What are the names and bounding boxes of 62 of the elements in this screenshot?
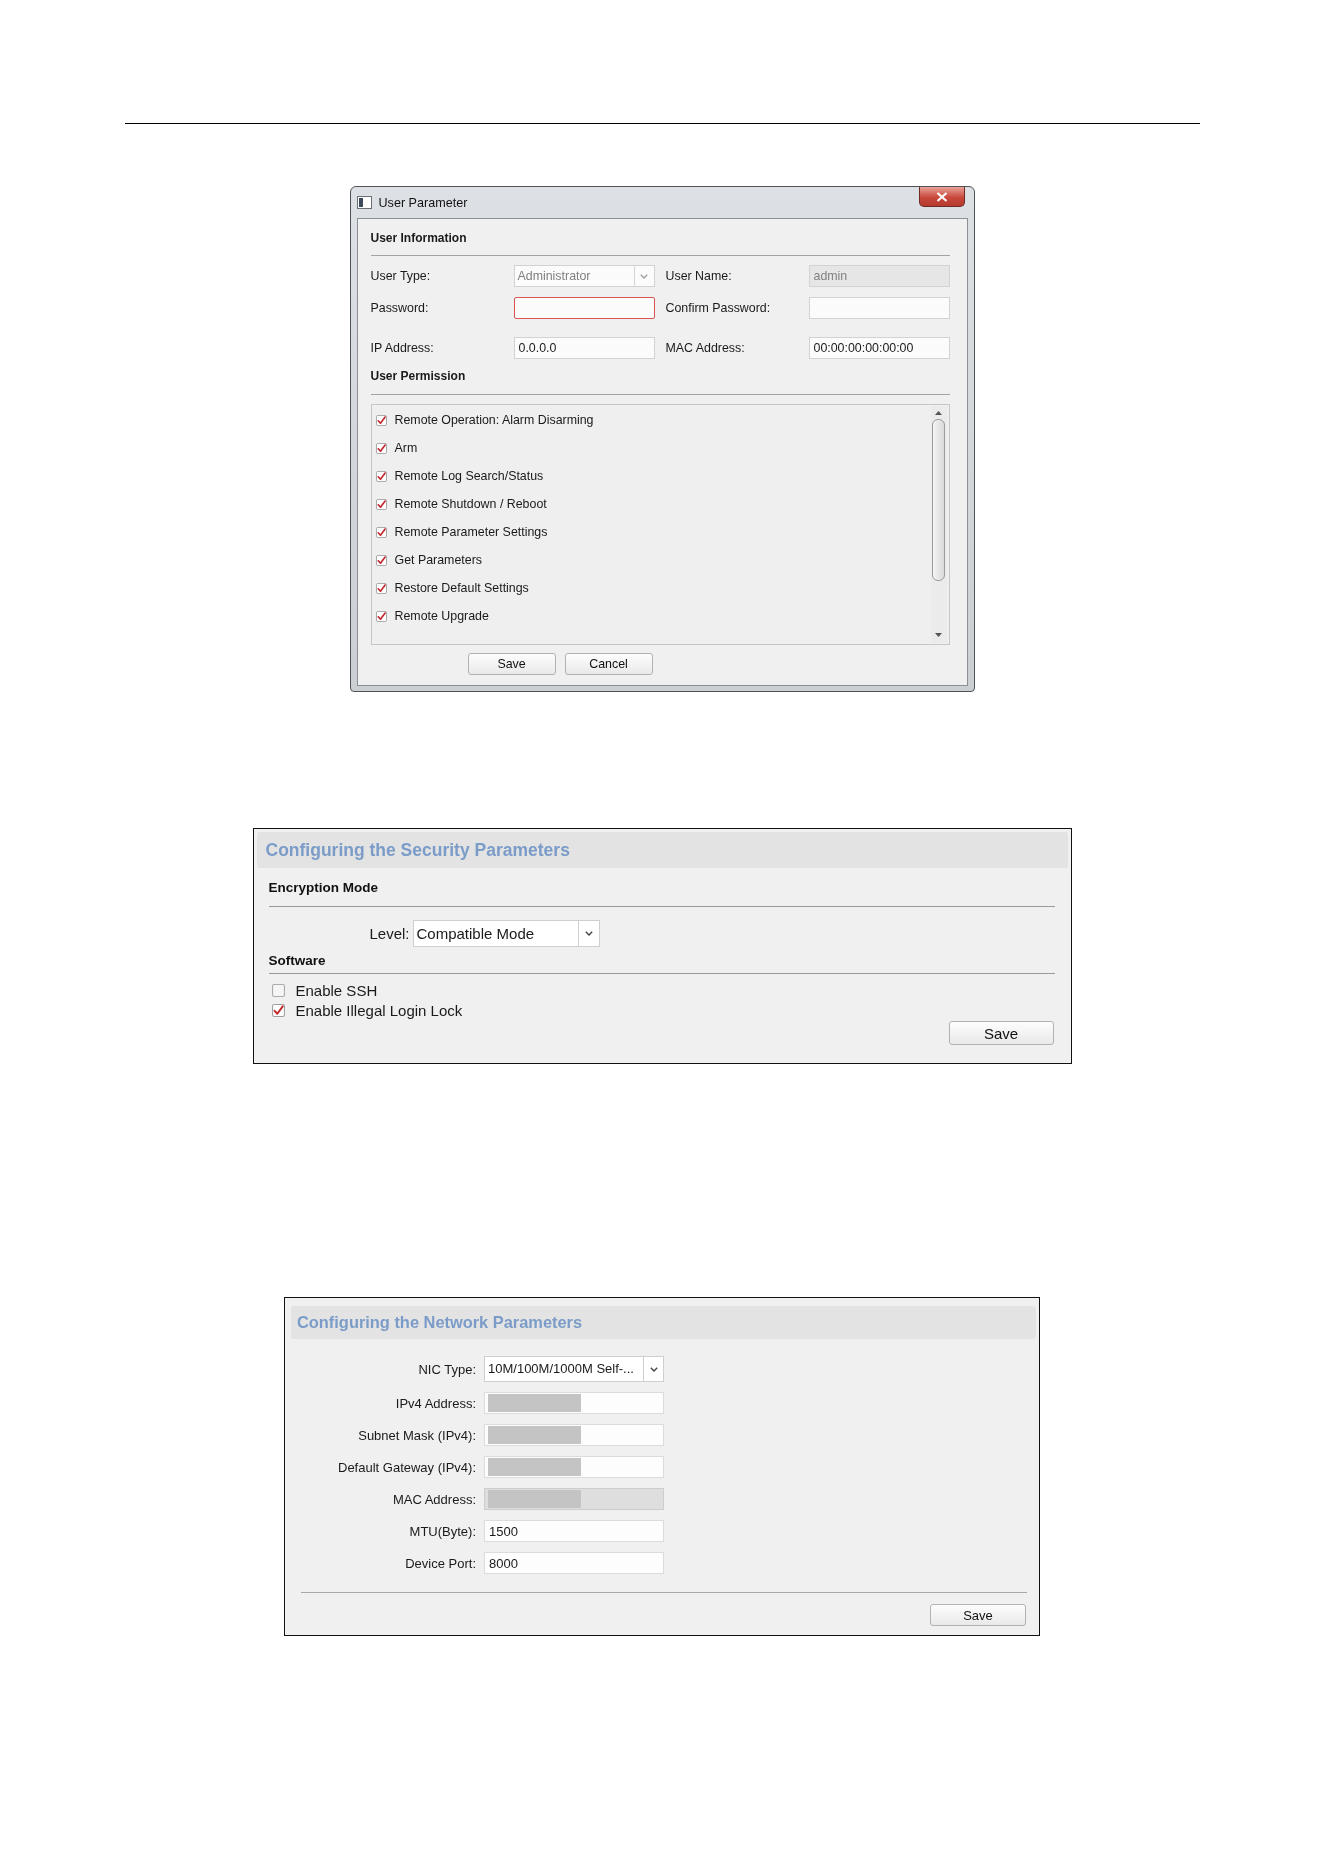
field-label: Device Port:	[405, 1555, 476, 1571]
section-heading: Encryption Mode	[268, 880, 379, 896]
save-button[interactable]: Save	[948, 1021, 1054, 1045]
checkbox[interactable]	[375, 554, 387, 566]
close-icon	[935, 191, 948, 202]
input-field[interactable]	[513, 297, 655, 319]
scroll-up-icon[interactable]	[935, 411, 942, 415]
close-button[interactable]	[918, 187, 965, 207]
save-button[interactable]: Save	[467, 653, 556, 675]
chevron-down-icon	[584, 931, 593, 936]
field-label: IPv4 Address:	[395, 1395, 476, 1411]
permission-label: Arm	[394, 441, 418, 455]
field-label: User Name:	[665, 269, 732, 283]
chevron-down-icon	[649, 1366, 658, 1372]
scrollbar[interactable]	[930, 406, 947, 643]
checkbox[interactable]	[375, 526, 387, 538]
checkbox[interactable]	[375, 442, 387, 454]
field-label: MAC Address:	[665, 341, 745, 355]
permission-label: Remote Shutdown / Reboot	[394, 497, 547, 511]
field-label: MAC Address:	[392, 1491, 476, 1507]
permission-label: Remote Parameter Settings	[394, 525, 548, 539]
panel-header: Configuring the Network Parameters	[291, 1306, 1036, 1339]
scrollbar-thumb[interactable]	[932, 419, 945, 581]
scroll-down-icon[interactable]	[935, 633, 942, 637]
dropdown[interactable]: 10M/100M/1000M Self-...	[484, 1356, 664, 1382]
section-heading: User Permission	[370, 368, 467, 384]
field-label: User Type:	[370, 269, 431, 283]
field-label: Default Gateway (IPv4):	[338, 1459, 476, 1475]
input-field[interactable]: 00:00:00:00:00:00	[808, 337, 950, 359]
window-icon	[356, 196, 372, 209]
field-label: Subnet Mask (IPv4):	[358, 1427, 476, 1443]
dropdown[interactable]: Compatible Mode	[412, 920, 600, 947]
option-label: Enable SSH	[295, 981, 378, 999]
field-label: Confirm Password:	[665, 301, 771, 315]
permission-label: Remote Operation: Alarm Disarming	[394, 413, 594, 427]
checkbox[interactable]	[375, 610, 387, 622]
save-button[interactable]: Save	[930, 1604, 1026, 1626]
input-field[interactable]: 8000	[484, 1552, 664, 1574]
chevron-down-icon	[640, 273, 648, 279]
checkbox[interactable]	[375, 498, 387, 510]
field-label: NIC Type:	[418, 1361, 476, 1377]
field-label: IP Address:	[370, 341, 434, 355]
window-title: User Parameter	[378, 195, 468, 210]
input-field[interactable]: 0.0.0.0	[513, 337, 655, 359]
permission-label: Restore Default Settings	[394, 581, 529, 595]
checkbox[interactable]	[271, 1003, 285, 1017]
permission-label: Get Parameters	[394, 553, 482, 567]
section-heading: User Information	[370, 230, 468, 246]
field-label: MTU(Byte):	[409, 1523, 476, 1539]
checkbox[interactable]	[375, 414, 387, 426]
cancel-button[interactable]: Cancel	[564, 653, 653, 675]
option-label: Enable Illegal Login Lock	[295, 1001, 463, 1019]
permission-label: Remote Upgrade	[394, 609, 489, 623]
permission-label: Remote Log Search/Status	[394, 469, 544, 483]
field-label: Password:	[370, 301, 429, 315]
field-label: Level:	[369, 925, 410, 942]
input-field[interactable]: 1500	[484, 1520, 664, 1542]
panel-header: Configuring the Security Parameters	[256, 832, 1068, 868]
checkbox[interactable]	[375, 470, 387, 482]
section-heading: Software	[268, 953, 327, 969]
checkbox[interactable]	[375, 582, 387, 594]
checkbox[interactable]	[271, 983, 285, 997]
